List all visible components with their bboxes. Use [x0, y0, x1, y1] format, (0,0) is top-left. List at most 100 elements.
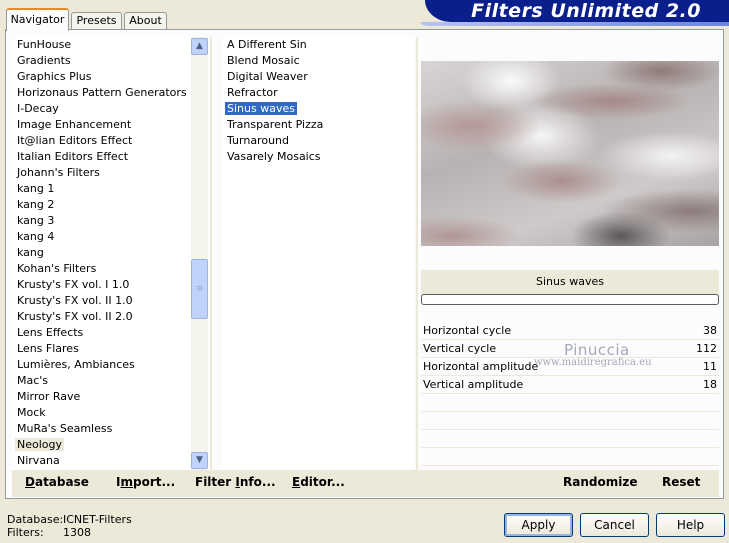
button-label: atabase — [34, 475, 89, 489]
preview-image — [421, 61, 719, 246]
button-label: Filter — [195, 475, 236, 489]
param-label: Horizontal amplitude — [423, 360, 539, 373]
category-item[interactable]: Mock — [12, 405, 191, 421]
category-item[interactable]: Neology — [12, 437, 191, 453]
category-item[interactable]: kang 1 — [12, 181, 191, 197]
category-item[interactable]: I-Decay — [12, 101, 191, 117]
category-item[interactable]: Graphics Plus — [12, 69, 191, 85]
category-item[interactable]: Mirror Rave — [12, 389, 191, 405]
scrollbar-thumb[interactable]: ≡ — [191, 259, 208, 319]
category-item-label: Gradients — [17, 54, 71, 67]
category-item[interactable]: kang — [12, 245, 191, 261]
category-item[interactable]: kang 2 — [12, 197, 191, 213]
category-item[interactable]: FunHouse — [12, 37, 191, 53]
title-banner: Filters Unlimited 2.0 — [425, 0, 729, 22]
category-item[interactable]: kang 3 — [12, 213, 191, 229]
apply-button[interactable]: Apply — [504, 513, 573, 537]
banner-title: Filters Unlimited 2.0 — [471, 0, 701, 22]
category-item[interactable]: MuRa's Seamless — [12, 421, 191, 437]
category-item-label: Kohan's Filters — [17, 262, 97, 275]
editor-button[interactable]: Editor... — [292, 475, 345, 489]
filter-info-button[interactable]: Filter Info... — [195, 475, 276, 489]
filter-item[interactable]: Transparent Pizza — [222, 117, 414, 133]
category-list[interactable]: FunHouse Gradients Graphics Plus Horizonaus… — [12, 37, 191, 470]
param-value[interactable]: 11 — [703, 358, 717, 376]
filter-name-bar: Sinus waves — [421, 270, 719, 305]
category-item[interactable]: Nirvana — [12, 453, 191, 469]
category-item-label: kang — [17, 246, 44, 259]
filter-name: Sinus waves — [536, 275, 604, 288]
category-item[interactable]: Image Enhancement — [12, 117, 191, 133]
filter-item[interactable]: Blend Mosaic — [222, 53, 414, 69]
param-value[interactable]: 18 — [703, 376, 717, 394]
category-item[interactable]: Lens Flares — [12, 341, 191, 357]
column-divider — [210, 37, 212, 470]
filter-item[interactable]: Turnaround — [222, 133, 414, 149]
filter-item-label: Transparent Pizza — [227, 118, 324, 131]
filter-item[interactable]: A Different Sin — [222, 37, 414, 53]
accel-key: m — [120, 475, 133, 489]
status-label: Database: — [7, 513, 64, 526]
tab-navigator[interactable]: Navigator — [6, 8, 69, 31]
category-item-label: Italian Editors Effect — [17, 150, 129, 163]
category-item-label: Lumières, Ambiances — [17, 358, 135, 371]
category-item[interactable]: It@lian Editors Effect — [12, 133, 191, 149]
category-item[interactable]: Krusty's FX vol. II 1.0 — [12, 293, 191, 309]
category-item-label: Johann's Filters — [17, 166, 100, 179]
category-item[interactable]: Italian Editors Effect — [12, 149, 191, 165]
param-row-vertical-amplitude[interactable]: Vertical amplitude 18 — [421, 376, 719, 394]
filter-item-label: Sinus waves — [225, 102, 297, 115]
filter-item[interactable]: Vasarely Mosaics — [222, 149, 414, 165]
filter-item-label: A Different Sin — [227, 38, 307, 51]
param-row-empty — [421, 448, 719, 466]
category-item[interactable]: Johann's Filters — [12, 165, 191, 181]
category-item[interactable]: Kohan's Filters — [12, 261, 191, 277]
filter-item[interactable]: Sinus waves — [222, 101, 414, 117]
filter-list[interactable]: A Different Sin Blend Mosaic Digital Weave… — [222, 37, 414, 470]
category-scrollbar[interactable]: ▲ ≡ ▼ — [191, 37, 208, 470]
filter-item-label: Vasarely Mosaics — [227, 150, 321, 163]
param-label: Horizontal cycle — [423, 324, 512, 337]
param-row-vertical-cycle[interactable]: Vertical cycle 112 — [421, 340, 719, 358]
param-label: Vertical amplitude — [423, 378, 524, 391]
parameter-list: Horizontal cycle 38 Vertical cycle 112 H… — [421, 322, 719, 466]
category-item[interactable]: Lumières, Ambiances — [12, 357, 191, 373]
param-value[interactable]: 38 — [703, 322, 717, 340]
category-item-label: It@lian Editors Effect — [17, 134, 133, 147]
filter-item[interactable]: Refractor — [222, 85, 414, 101]
category-item-label: kang 2 — [17, 198, 55, 211]
filter-item[interactable]: Digital Weaver — [222, 69, 414, 85]
database-button[interactable]: Database — [25, 475, 89, 489]
category-item-label: Krusty's FX vol. II 1.0 — [17, 294, 133, 307]
category-item[interactable]: Krusty's FX vol. II 2.0 — [12, 309, 191, 325]
import-button[interactable]: Import... — [116, 475, 175, 489]
category-item-label: Image Enhancement — [17, 118, 132, 131]
category-item[interactable]: Krusty's FX vol. I 1.0 — [12, 277, 191, 293]
banner-stripe — [420, 22, 729, 26]
category-item-label: Lens Flares — [17, 342, 79, 355]
filter-item-label: Refractor — [227, 86, 278, 99]
reset-button[interactable]: Reset — [662, 475, 700, 489]
category-item[interactable]: Gradients — [12, 53, 191, 69]
param-value[interactable]: 112 — [696, 340, 717, 358]
button-label: port... — [132, 475, 176, 489]
category-item[interactable]: Mac's — [12, 373, 191, 389]
accel-key: E — [292, 475, 301, 489]
param-row-horizontal-cycle[interactable]: Horizontal cycle 38 — [421, 322, 719, 340]
help-button[interactable]: Help — [656, 513, 725, 537]
tab-presets[interactable]: Presets — [71, 12, 122, 30]
randomize-button[interactable]: Randomize — [563, 475, 637, 489]
tab-about[interactable]: About — [124, 12, 167, 30]
category-item[interactable]: Horizonaus Pattern Generators — [12, 85, 191, 101]
cancel-button[interactable]: Cancel — [580, 513, 649, 537]
filter-toolbar: Randomize Reset — [421, 470, 719, 497]
category-item[interactable]: Lens Effects — [12, 325, 191, 341]
category-item-label: Lens Effects — [17, 326, 84, 339]
chevron-down-icon[interactable]: ▼ — [191, 452, 208, 469]
category-item-label: kang 4 — [17, 230, 55, 243]
param-row-empty — [421, 412, 719, 430]
category-item-label: Mac's — [17, 374, 49, 387]
param-row-horizontal-amplitude[interactable]: Horizontal amplitude 11 — [421, 358, 719, 376]
chevron-up-icon[interactable]: ▲ — [191, 38, 208, 55]
category-item[interactable]: kang 4 — [12, 229, 191, 245]
